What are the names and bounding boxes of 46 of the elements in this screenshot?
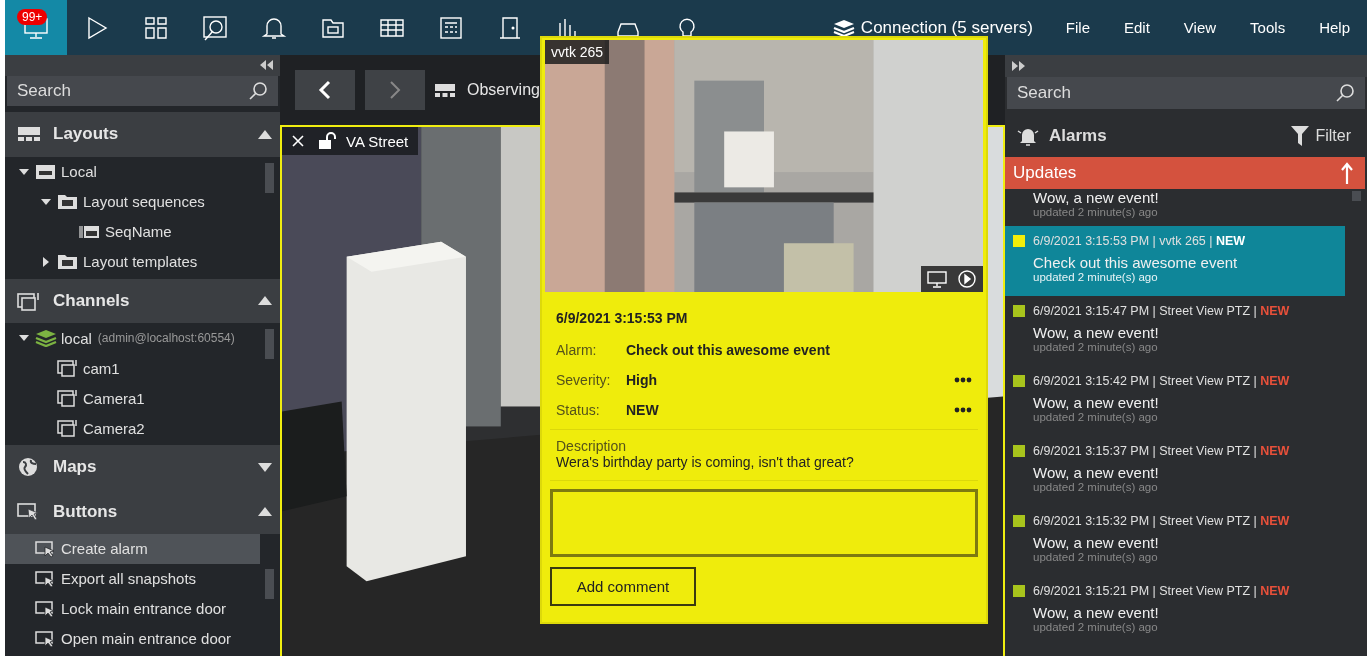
alarm-updated-time: updated 2 minute(s) ago — [1032, 551, 1159, 563]
tree-item-label: Open main entrance door — [61, 630, 232, 648]
field-label: Alarm: — [556, 342, 598, 358]
alarm-title: Wow, a new event! — [1032, 324, 1160, 341]
tree-item-label: Lock main entrance door — [61, 600, 227, 618]
alarm-meta: 6/9/2021 3:15:32 PM | Street View PTZ | NEW — [1033, 514, 1290, 528]
tree-item-label: Export all snapshots — [61, 570, 197, 588]
layout-title: Observing — [467, 81, 540, 99]
camera-name: VA Street — [346, 132, 409, 150]
tree-item-label: Layout templates — [83, 253, 198, 271]
field-label: Status: — [556, 402, 601, 418]
field-value: Check out this awesome event — [626, 342, 831, 358]
alarm-title: Wow, a new event! — [1032, 604, 1160, 621]
tree-item-label: Local — [61, 163, 97, 181]
alarm-title: Check out this awesome event — [1032, 254, 1239, 271]
alarm-updated-time: updated 2 minute(s) ago — [1032, 341, 1159, 353]
field-value: NEW — [626, 402, 660, 418]
tree-item-label: SeqName — [105, 223, 172, 241]
alarm-meta: 6/9/2021 3:15:53 PM | vvtk 265 | NEW — [1033, 234, 1246, 248]
tree-item-label: Camera1 — [83, 389, 145, 407]
alarm-meta: 6/9/2021 3:15:42 PM | Street View PTZ | NEW — [1033, 374, 1290, 388]
notification-badge: 99+ — [17, 9, 48, 25]
tree-item-label: local — [61, 329, 92, 347]
connection-address: (admin@localhost:60554) — [97, 331, 235, 346]
field-label: Severity: — [556, 372, 612, 388]
alarm-title: Wow, a new event! — [1032, 534, 1160, 551]
field-value: High — [626, 372, 659, 388]
alarm-meta: 6/9/2021 3:15:21 PM | Street View PTZ | NEW — [1033, 584, 1290, 598]
alarm-meta: 6/9/2021 3:15:37 PM | Street View PTZ | NEW — [1033, 444, 1290, 458]
panel-title: Alarms — [1049, 126, 1107, 146]
tree-item-label: cam1 — [83, 359, 120, 377]
alarm-updated-time: updated 2 minute(s) ago — [1032, 621, 1159, 633]
alarm-meta: 6/9/2021 3:15:47 PM | Street View PTZ | NEW — [1033, 304, 1290, 318]
description-text: Wera's birthday party is coming, isn't that great? — [555, 454, 855, 470]
alarm-updated-time: updated 2 minute(s) ago — [1032, 206, 1159, 218]
alarm-updated-time: updated 2 minute(s) ago — [1032, 481, 1159, 493]
alarm-title: Wow, a new event! — [1032, 464, 1160, 481]
alarm-title: Wow, a new event! — [1032, 394, 1160, 411]
description-label: Description — [555, 438, 628, 454]
tree-item-label: Camera2 — [83, 419, 145, 437]
tree-item-label: Create alarm — [61, 540, 148, 558]
alarm-updated-time: updated 2 minute(s) ago — [1032, 271, 1159, 283]
alarm-title: Wow, a new event! — [1032, 189, 1160, 206]
alarm-time: 6/9/2021 3:15:53 PM — [556, 310, 689, 326]
alarm-updated-time: updated 2 minute(s) ago — [1032, 411, 1159, 423]
tree-item-label: Layout sequences — [83, 193, 205, 211]
